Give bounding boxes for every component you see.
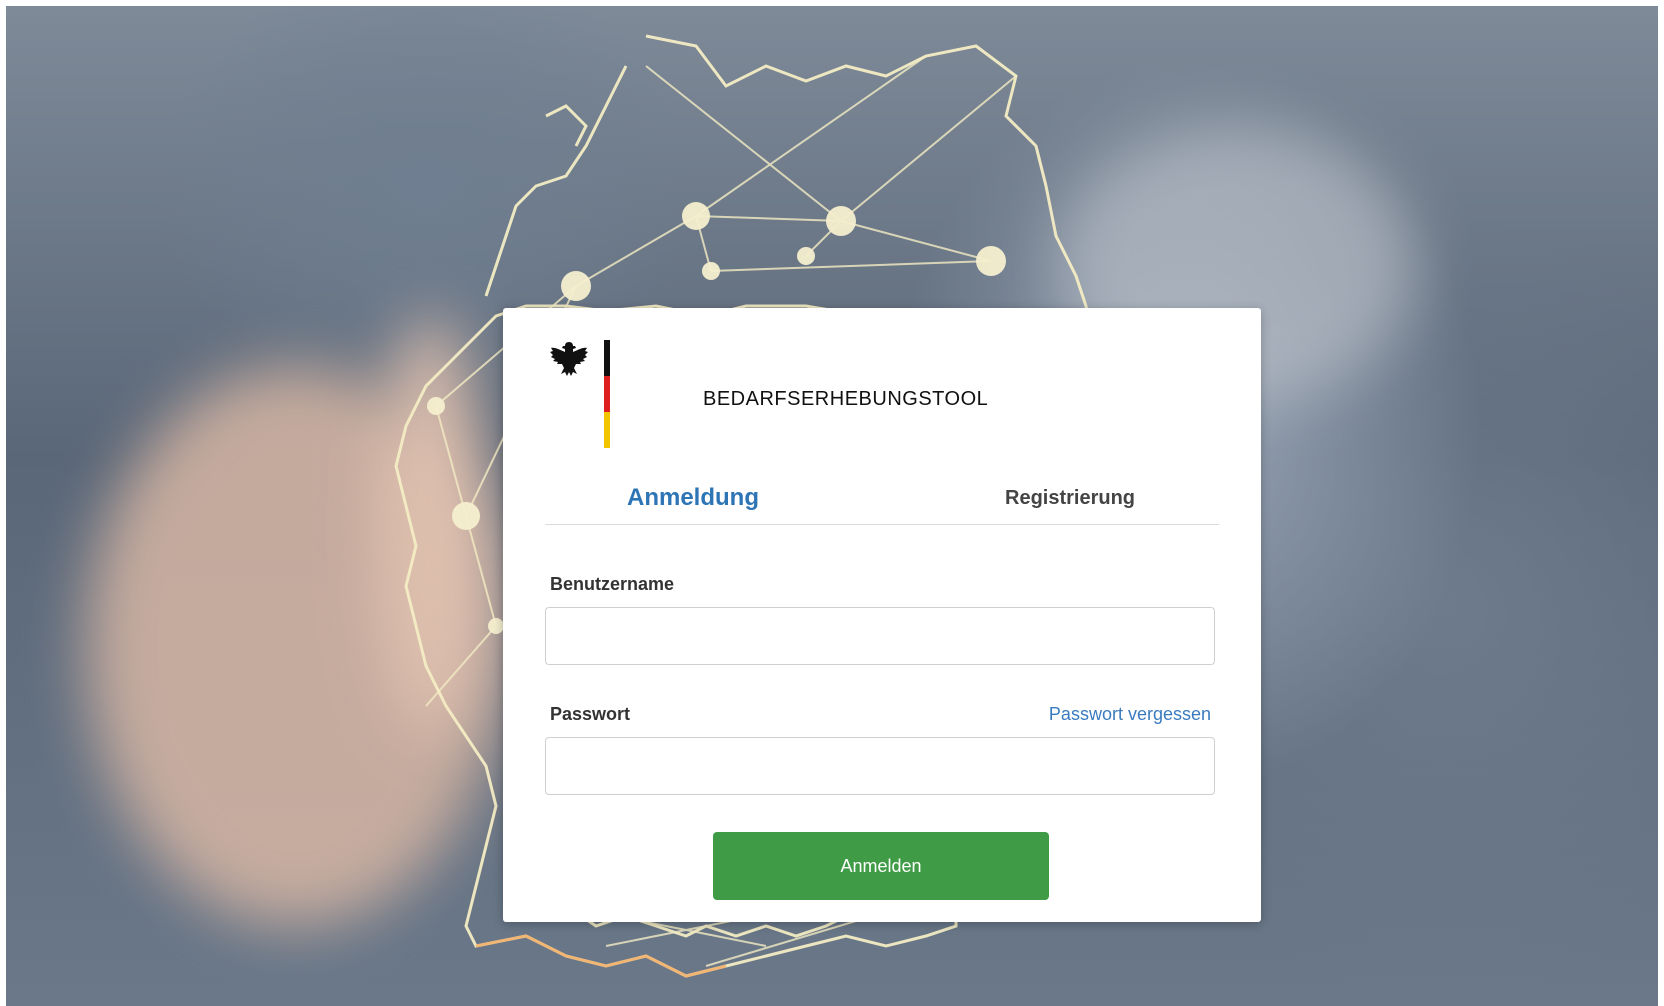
app-title: Bedarfserhebungstool [703,380,989,412]
federal-logo [548,338,618,454]
flag-black-stripe [604,340,610,376]
forgot-password-link[interactable]: Passwort vergessen [1049,704,1211,725]
flag-red-stripe [604,376,610,412]
username-label: Benutzername [550,574,675,594]
tab-register[interactable]: Registrierung [1005,478,1135,524]
login-card: Bedarfserhebungstool Anmeldung Registrie… [503,308,1261,922]
password-label: Passwort [550,704,631,724]
german-flag-bar [604,340,610,448]
password-input[interactable] [545,737,1215,795]
tab-login[interactable]: Anmeldung [627,478,759,524]
username-input[interactable] [545,607,1215,665]
login-page: Bedarfserhebungstool Anmeldung Registrie… [0,0,1664,1006]
auth-tabs: Anmeldung Registrierung [545,478,1219,525]
flag-gold-stripe [604,412,610,448]
federal-eagle-icon [550,342,588,376]
login-button[interactable]: Anmelden [713,832,1049,900]
